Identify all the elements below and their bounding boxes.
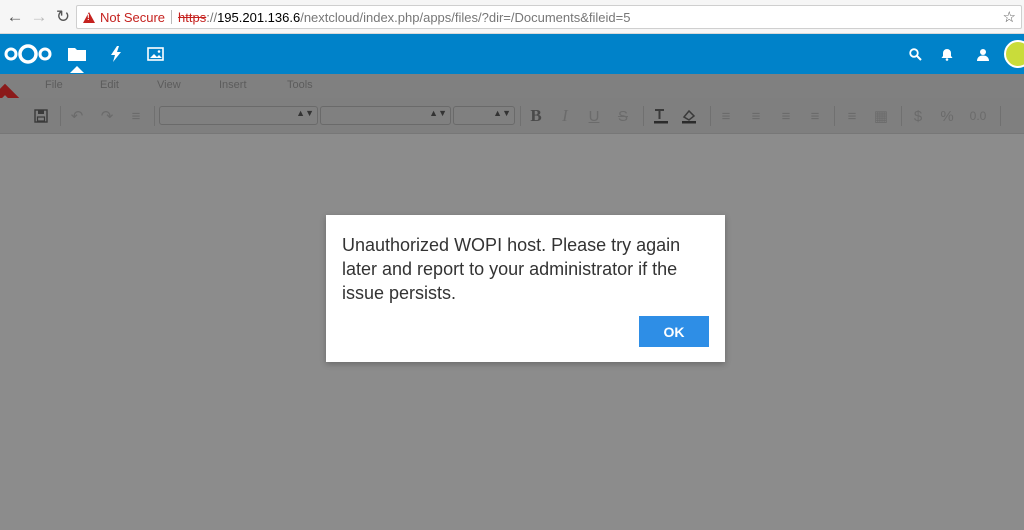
decimal-icon[interactable]: 0.0 [966,98,990,134]
warning-icon [83,11,95,23]
font-size-select[interactable]: ▲▼ [453,106,515,125]
toolbar-divider [901,106,902,126]
nextcloud-logo[interactable] [3,42,53,66]
url-scheme: https [178,9,207,25]
editor-menubar: File Edit View Insert Tools [0,74,1024,98]
toolbar-divider [154,106,155,126]
forward-icon[interactable]: → [28,6,50,28]
reload-icon[interactable]: ↻ [52,6,74,28]
url-path: /nextcloud/index.php/apps/files/?dir=/Do… [300,9,631,25]
notifications-icon[interactable] [932,34,962,74]
bookmark-star-icon[interactable]: ☆ [1003,8,1016,26]
contacts-icon[interactable] [968,34,998,74]
strikethrough-icon[interactable]: S [613,98,633,134]
menu-edit[interactable]: Edit [100,79,119,91]
menu-file[interactable]: File [45,79,63,91]
undo-icon[interactable]: ↶ [68,98,86,134]
active-app-indicator [70,66,84,73]
ok-button[interactable]: OK [639,316,709,347]
activity-icon[interactable] [96,34,136,74]
toolbar-divider [1000,106,1001,126]
italic-icon[interactable]: I [555,98,575,134]
highlight-icon[interactable] [678,98,700,134]
redo-icon[interactable]: ↷ [98,98,116,134]
chevron-down-icon: ▲▼ [429,108,447,118]
align-left-icon[interactable]: ≡ [716,98,736,134]
nextcloud-header [0,34,1024,74]
address-divider [171,10,173,24]
toolbar-divider [643,106,644,126]
dialog-message: Unauthorized WOPI host. Please try again… [342,235,681,303]
gallery-icon[interactable] [135,34,175,74]
toolbar-divider [520,106,521,126]
toolbar-divider [710,106,711,126]
browser-toolbar: ← → ↻ Not Secure https :// 195.201.136.6… [0,0,1024,34]
url-host: 195.201.136.6 [217,9,301,25]
menu-view[interactable]: View [157,79,181,91]
back-icon[interactable]: ← [4,6,26,28]
font-color-icon[interactable] [650,98,672,134]
error-dialog: Unauthorized WOPI host. Please try again… [326,215,725,362]
currency-icon[interactable]: $ [908,98,928,134]
editor-toolbar: ↶ ↷ ≡ ▲▼ ▲▼ ▲▼ B I U S ≡ ≡ ≡ ≡ ≡ ▦ $ % 0… [0,98,1024,134]
save-icon[interactable] [32,98,50,134]
clear-formatting-icon[interactable]: ≡ [127,98,145,134]
toolbar-divider [60,106,61,126]
wrap-text-icon[interactable]: ≡ [842,98,862,134]
avatar[interactable] [1004,40,1024,68]
url-separator: :// [206,9,218,25]
style-select[interactable]: ▲▼ [159,106,318,125]
menu-tools[interactable]: Tools [287,79,313,91]
chevron-down-icon: ▲▼ [296,108,314,118]
security-label: Not Secure [100,9,166,25]
search-icon[interactable] [900,34,930,74]
justify-icon[interactable]: ≡ [805,98,825,134]
percent-icon[interactable]: % [937,98,957,134]
toolbar-divider [834,106,835,126]
bold-icon[interactable]: B [526,98,546,134]
menu-insert[interactable]: Insert [219,79,247,91]
address-bar[interactable]: Not Secure https :// 195.201.136.6 /next… [76,5,1022,29]
underline-icon[interactable]: U [584,98,604,134]
align-right-icon[interactable]: ≡ [776,98,796,134]
merge-cells-icon[interactable]: ▦ [871,98,891,134]
chevron-down-icon: ▲▼ [493,108,511,118]
font-name-select[interactable]: ▲▼ [320,106,451,125]
align-center-icon[interactable]: ≡ [746,98,766,134]
